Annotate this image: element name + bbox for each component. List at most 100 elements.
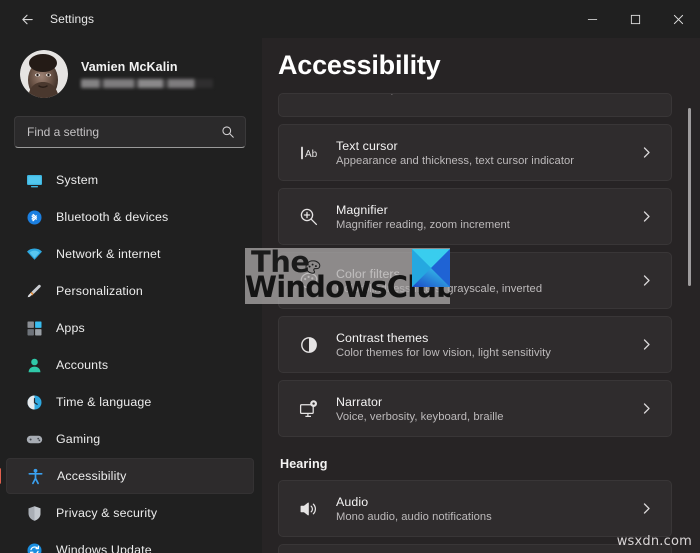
paintbrush-icon (26, 283, 43, 300)
sidebar-item-label: Time & language (56, 395, 151, 409)
sidebar: Vamien McKalin (0, 38, 262, 553)
card-title: Text cursor (336, 139, 574, 153)
card-subtitle: Colorblindness filters, grayscale, inver… (336, 283, 542, 295)
apps-icon (26, 320, 43, 337)
settings-window: Settings (0, 0, 700, 553)
chevron-right-icon (640, 274, 657, 287)
narrator-icon (297, 397, 320, 420)
sidebar-item-label: Accounts (56, 358, 108, 372)
card-subtitle: Voice, verbosity, keyboard, braille (336, 411, 504, 423)
sidebar-item-apps[interactable]: Apps (6, 310, 254, 346)
card-subtitle: Appearance and thickness, text cursor in… (336, 155, 574, 167)
sidebar-item-label: Apps (56, 321, 85, 335)
user-profile[interactable]: Vamien McKalin (0, 38, 262, 110)
card-title: Contrast themes (336, 331, 551, 345)
minimize-button[interactable] (571, 0, 614, 38)
speaker-icon (297, 497, 320, 520)
close-button[interactable] (657, 0, 700, 38)
sidebar-item-gaming[interactable]: Gaming (6, 421, 254, 457)
card-text: Text cursor Appearance and thickness, te… (336, 139, 574, 167)
main-scrollbar[interactable] (688, 108, 691, 286)
card-subtitle: Mouse pointer color, size (354, 93, 478, 95)
sidebar-item-system[interactable]: System (6, 162, 254, 198)
contrast-icon (297, 333, 320, 356)
maximize-icon (630, 14, 641, 25)
card-subtitle: Mono audio, audio notifications (336, 511, 492, 523)
sidebar-item-label: Gaming (56, 432, 100, 446)
search-box[interactable] (14, 116, 246, 148)
card-subtitle: Magnifier reading, zoom increment (336, 219, 510, 231)
sidebar-item-personalization[interactable]: Personalization (6, 273, 254, 309)
sidebar-item-privacy-security[interactable]: Privacy & security (6, 495, 254, 531)
text-cursor-icon: Ab (297, 141, 320, 164)
main-inner: Accessibility Mouse pointer color, size … (262, 38, 700, 553)
gamepad-icon (26, 431, 43, 448)
page-title: Accessibility (278, 38, 672, 87)
main-content: Accessibility Mouse pointer color, size … (262, 38, 700, 553)
sidebar-item-label: System (56, 173, 98, 187)
sidebar-item-label: Accessibility (57, 469, 126, 483)
clock-icon (26, 394, 43, 411)
search-input[interactable] (27, 125, 221, 139)
chevron-right-icon (640, 146, 657, 159)
sidebar-item-accounts[interactable]: Accounts (6, 347, 254, 383)
card-mouse-pointer-partial[interactable]: Mouse pointer color, size (278, 93, 672, 117)
maximize-button[interactable] (614, 0, 657, 38)
card-text: Contrast themes Color themes for low vis… (336, 331, 551, 359)
card-contrast-themes[interactable]: Contrast themes Color themes for low vis… (278, 316, 672, 373)
chevron-right-icon (640, 338, 657, 351)
profile-email-redacted (81, 79, 213, 88)
sidebar-item-time-language[interactable]: Time & language (6, 384, 254, 420)
sidebar-item-label: Bluetooth & devices (56, 210, 168, 224)
card-subtitle: Color themes for low vision, light sensi… (336, 347, 551, 359)
minimize-icon (587, 14, 598, 25)
sidebar-nav: System Bluetooth & devices Network & int… (0, 152, 262, 553)
window-body: Vamien McKalin (0, 38, 700, 553)
window-controls (571, 0, 700, 38)
card-text: Magnifier Magnifier reading, zoom increm… (336, 203, 510, 231)
card-audio[interactable]: Audio Mono audio, audio notifications (278, 480, 672, 537)
person-icon (26, 357, 43, 374)
avatar (20, 50, 68, 98)
card-text: Color filters Colorblindness filters, gr… (336, 267, 542, 295)
card-title: Magnifier (336, 203, 510, 217)
sidebar-item-bluetooth-devices[interactable]: Bluetooth & devices (6, 199, 254, 235)
section-heading-hearing: Hearing (278, 444, 672, 480)
wifi-icon (26, 246, 43, 263)
color-palette-icon (297, 269, 320, 292)
back-arrow-icon (20, 12, 35, 27)
settings-scroll-area[interactable]: Mouse pointer color, size Ab Text cursor… (278, 93, 672, 553)
profile-name: Vamien McKalin (81, 60, 213, 74)
card-next-partial[interactable] (278, 544, 672, 553)
display-icon (26, 172, 43, 189)
sidebar-item-windows-update[interactable]: Windows Update (6, 532, 254, 553)
search-wrapper (0, 110, 262, 152)
card-title: Color filters (336, 267, 542, 281)
sidebar-item-network-internet[interactable]: Network & internet (6, 236, 254, 272)
card-magnifier[interactable]: Magnifier Magnifier reading, zoom increm… (278, 188, 672, 245)
magnifier-icon (297, 205, 320, 228)
chevron-right-icon (640, 210, 657, 223)
card-color-filters[interactable]: Color filters Colorblindness filters, gr… (278, 252, 672, 309)
back-button[interactable] (10, 4, 44, 34)
sidebar-item-label: Network & internet (56, 247, 161, 261)
sidebar-item-label: Windows Update (56, 543, 152, 553)
chevron-right-icon (640, 402, 657, 415)
card-narrator[interactable]: Narrator Voice, verbosity, keyboard, bra… (278, 380, 672, 437)
shield-icon (26, 505, 43, 522)
card-text: Audio Mono audio, audio notifications (336, 495, 492, 523)
update-icon (26, 542, 43, 553)
card-title: Audio (336, 495, 492, 509)
bluetooth-icon (26, 209, 43, 226)
title-bar: Settings (0, 0, 700, 38)
avatar-photo-icon (20, 50, 68, 98)
search-icon (221, 125, 235, 139)
sidebar-item-label: Privacy & security (56, 506, 157, 520)
chevron-right-icon (640, 502, 657, 515)
card-title: Narrator (336, 395, 504, 409)
sidebar-item-accessibility[interactable]: Accessibility (6, 458, 254, 494)
app-title: Settings (50, 12, 94, 26)
close-icon (673, 14, 684, 25)
sidebar-item-label: Personalization (56, 284, 143, 298)
card-text-cursor[interactable]: Ab Text cursor Appearance and thickness,… (278, 124, 672, 181)
